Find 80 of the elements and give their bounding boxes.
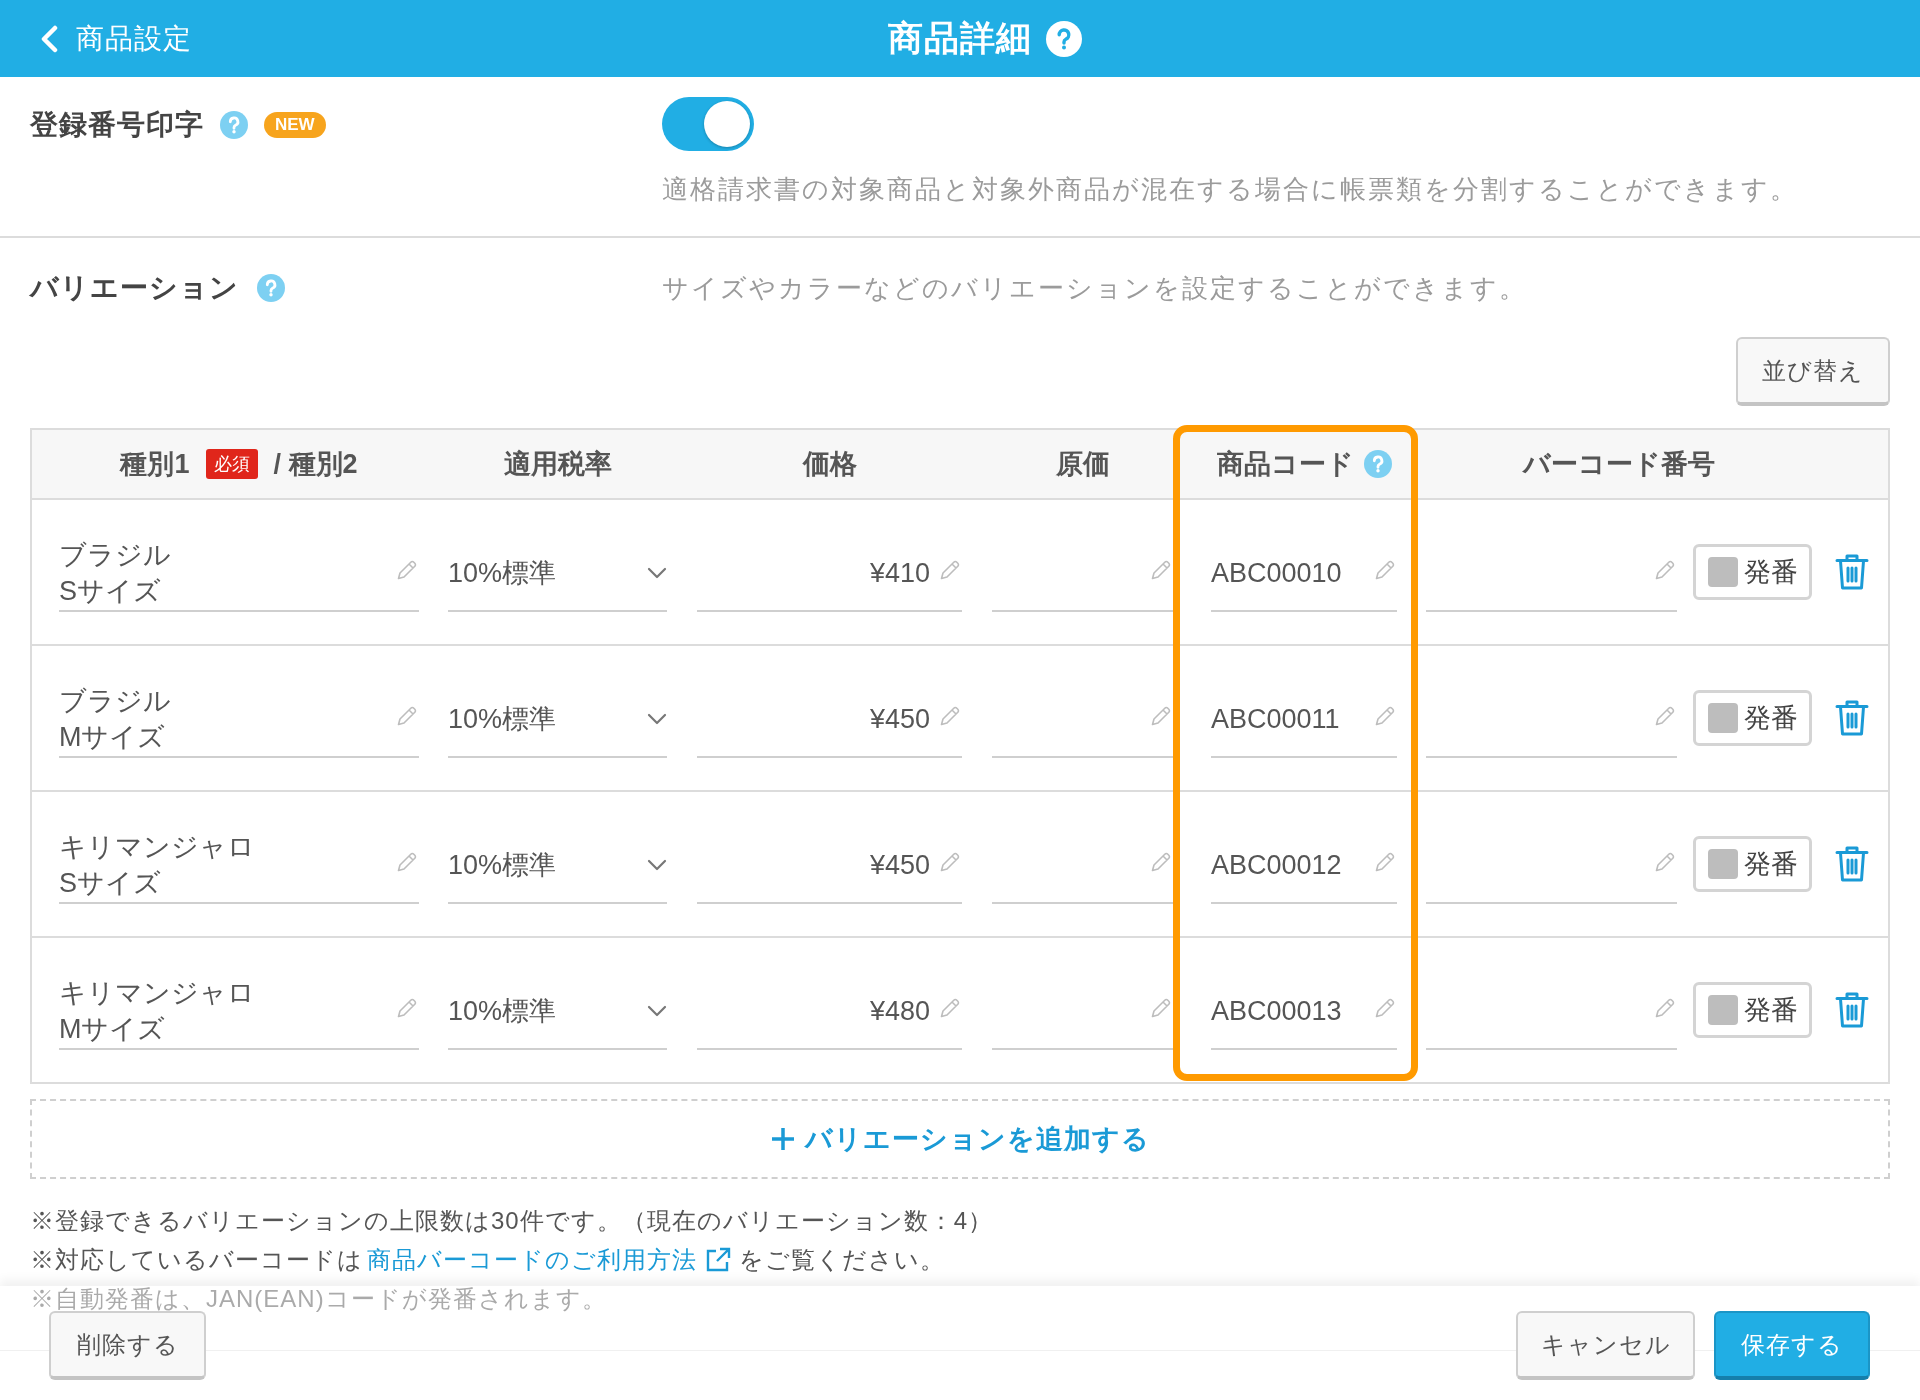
tax-rate-select[interactable]: 10%標準 bbox=[448, 536, 667, 612]
trash-icon[interactable] bbox=[1835, 553, 1869, 591]
auto-number-button[interactable]: 発番 bbox=[1693, 690, 1812, 746]
toggle-switch[interactable] bbox=[662, 97, 754, 151]
pencil-icon bbox=[1373, 850, 1397, 874]
pencil-icon bbox=[938, 558, 962, 582]
pencil-icon bbox=[1149, 704, 1173, 728]
auto-number-button[interactable]: 発番 bbox=[1693, 982, 1812, 1038]
pencil-icon bbox=[1149, 996, 1173, 1020]
variant-name-field[interactable]: ブラジル Sサイズ bbox=[59, 536, 419, 612]
delete-button[interactable]: 削除する bbox=[49, 1311, 206, 1380]
pencil-icon bbox=[1373, 558, 1397, 582]
pencil-icon bbox=[395, 558, 419, 582]
trash-icon[interactable] bbox=[1835, 991, 1869, 1029]
checkbox-icon[interactable] bbox=[1707, 995, 1738, 1025]
section-label: 登録番号印字 bbox=[30, 108, 204, 142]
cancel-button[interactable]: キャンセル bbox=[1516, 1311, 1695, 1380]
checkbox-icon[interactable] bbox=[1707, 557, 1738, 587]
pencil-icon bbox=[1149, 850, 1173, 874]
pencil-icon bbox=[938, 850, 962, 874]
auto-number-button[interactable]: 発番 bbox=[1693, 544, 1812, 600]
price-field[interactable]: ¥450 bbox=[697, 828, 962, 904]
product-code-field[interactable]: ABC00010 bbox=[1211, 536, 1397, 612]
pencil-icon bbox=[1149, 558, 1173, 582]
description-text: 適格請求書の対象商品と対象外商品が混在する場合に帳票類を分割することができます。 bbox=[662, 173, 1798, 205]
checkbox-icon[interactable] bbox=[1707, 849, 1738, 879]
chevron-left-icon bbox=[40, 24, 58, 53]
required-badge: 必須 bbox=[205, 449, 258, 479]
external-link-icon bbox=[705, 1246, 731, 1273]
note-text: ※自動発番は、JAN(EAN)コードが発番されます。 bbox=[30, 1284, 608, 1314]
note-text: ※対応しているバーコードは 商品バーコードのご利用方法 をご覧ください。 bbox=[30, 1240, 1890, 1279]
column-header: 適用税率 bbox=[503, 448, 612, 481]
description-text: サイズやカラーなどのバリエーションを設定することができます。 bbox=[662, 272, 1527, 304]
note-text: ※登録できるバリエーションの上限数は30件です。（現在のバリエーション数：4） bbox=[30, 1206, 995, 1236]
price-field[interactable]: ¥450 bbox=[697, 682, 962, 758]
sort-button[interactable]: 並び替え bbox=[1736, 337, 1890, 406]
auto-number-button[interactable]: 発番 bbox=[1693, 836, 1812, 892]
product-code-field[interactable]: ABC00011 bbox=[1211, 682, 1397, 758]
help-icon[interactable] bbox=[1363, 450, 1392, 478]
pencil-icon bbox=[395, 850, 419, 874]
pencil-icon bbox=[1653, 704, 1677, 728]
pencil-icon bbox=[1653, 996, 1677, 1020]
tax-rate-select[interactable]: 10%標準 bbox=[448, 974, 667, 1050]
column-header: バーコード番号 bbox=[1523, 448, 1715, 481]
column-header: 価格 bbox=[802, 448, 857, 481]
pencil-icon bbox=[1373, 704, 1397, 728]
help-icon[interactable] bbox=[1046, 20, 1082, 57]
column-header: / 種別2 bbox=[273, 448, 358, 481]
price-field[interactable]: ¥410 bbox=[697, 536, 962, 612]
column-header: 商品コード bbox=[1216, 448, 1354, 481]
section-label: バリエーション bbox=[30, 271, 239, 305]
variant-name-field[interactable]: キリマンジャロ Mサイズ bbox=[59, 974, 419, 1050]
column-header: 種別1 bbox=[120, 448, 190, 481]
chevron-down-icon bbox=[647, 567, 667, 579]
checkbox-icon[interactable] bbox=[1707, 703, 1738, 733]
chevron-down-icon bbox=[647, 859, 667, 871]
trash-icon[interactable] bbox=[1835, 845, 1869, 883]
pencil-icon bbox=[1653, 558, 1677, 582]
price-field[interactable]: ¥480 bbox=[697, 974, 962, 1050]
column-header: 原価 bbox=[1055, 448, 1110, 481]
chevron-down-icon bbox=[647, 713, 667, 725]
help-icon[interactable] bbox=[220, 111, 248, 139]
chevron-down-icon bbox=[647, 1005, 667, 1017]
pencil-icon bbox=[938, 996, 962, 1020]
pencil-icon bbox=[395, 996, 419, 1020]
product-code-field[interactable]: ABC00013 bbox=[1211, 974, 1397, 1050]
new-badge: NEW bbox=[264, 112, 326, 138]
plus-icon bbox=[770, 1127, 795, 1151]
variant-name-field[interactable]: キリマンジャロ Sサイズ bbox=[59, 828, 419, 904]
pencil-icon bbox=[1373, 996, 1397, 1020]
pencil-icon bbox=[938, 704, 962, 728]
help-icon[interactable] bbox=[257, 274, 285, 302]
product-code-field[interactable]: ABC00012 bbox=[1211, 828, 1397, 904]
tax-rate-select[interactable]: 10%標準 bbox=[448, 828, 667, 904]
trash-icon[interactable] bbox=[1835, 699, 1869, 737]
pencil-icon bbox=[395, 704, 419, 728]
page-title: 商品詳細 bbox=[888, 17, 1032, 59]
pencil-icon bbox=[1653, 850, 1677, 874]
tax-rate-select[interactable]: 10%標準 bbox=[448, 682, 667, 758]
variant-name-field[interactable]: ブラジル Mサイズ bbox=[59, 682, 419, 758]
